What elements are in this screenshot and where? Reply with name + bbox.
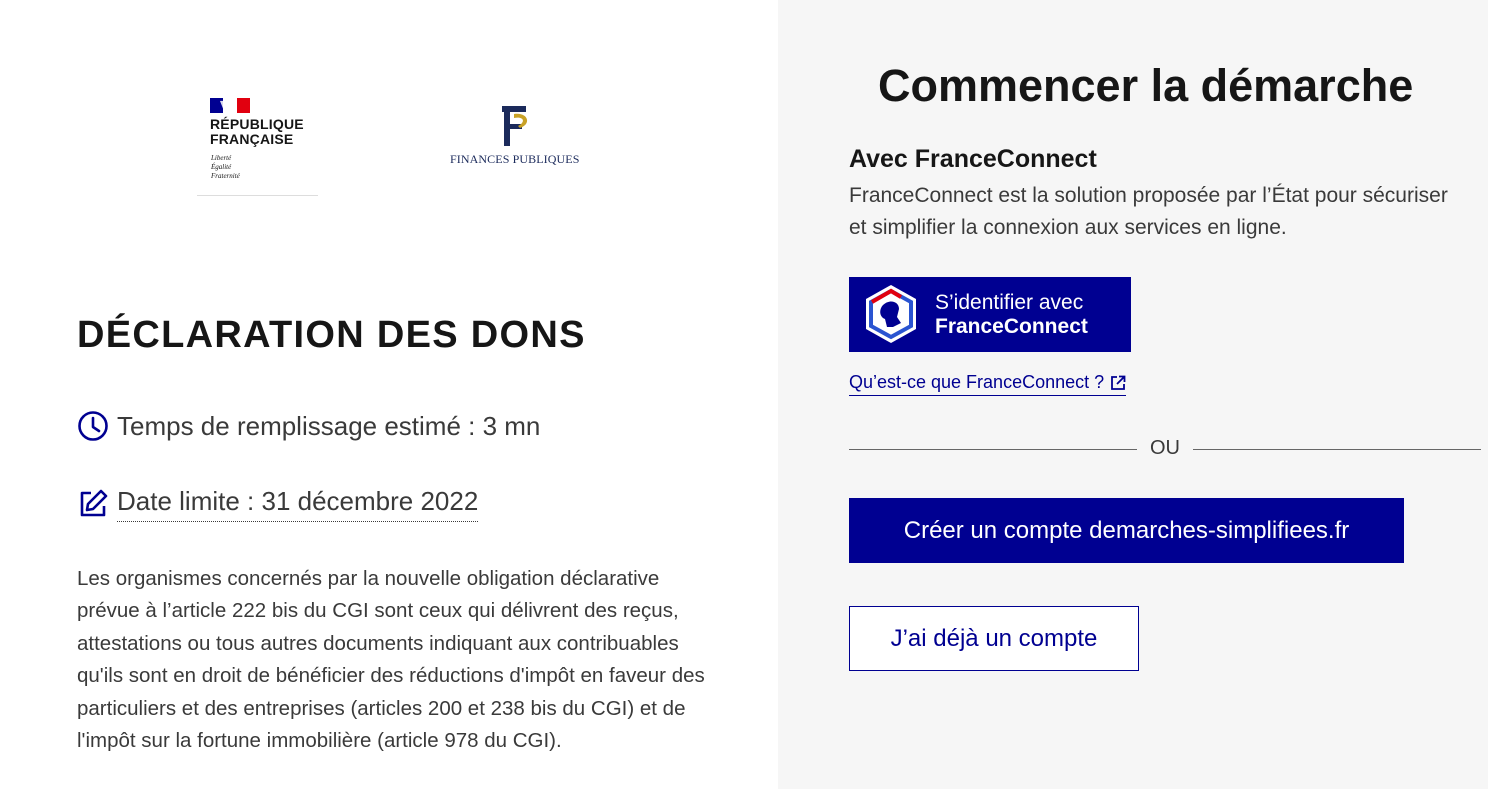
- separator-label: OU: [1150, 437, 1180, 459]
- finances-publiques-mark-icon: [502, 106, 528, 146]
- republique-motto: Liberté Égalité Fraternité: [211, 154, 240, 180]
- franceconnect-button-label: S’identifier avec FranceConnect: [935, 291, 1088, 339]
- franceconnect-button-line1: S’identifier avec: [935, 291, 1084, 314]
- description-text: Les organismes concernés par la nouvelle…: [77, 567, 705, 753]
- marianne-icon: [866, 285, 916, 343]
- what-is-franceconnect-link[interactable]: Qu’est-ce que FranceConnect ?: [849, 372, 1127, 396]
- duration-row: Temps de remplissage estimé : 3 mn: [77, 410, 540, 442]
- separator-line-left: [849, 449, 1137, 450]
- franceconnect-button[interactable]: S’identifier avec FranceConnect: [849, 277, 1131, 352]
- existing-account-button[interactable]: J’ai déjà un compte: [849, 606, 1139, 671]
- duration-text: Temps de remplissage estimé : 3 mn: [117, 410, 541, 441]
- external-link-icon: [1111, 375, 1126, 390]
- finances-publiques-logo: FINANCES PUBLIQUES: [448, 100, 588, 170]
- start-title: Commencer la démarche: [878, 60, 1414, 111]
- finances-publiques-label: FINANCES PUBLIQUES: [450, 152, 580, 166]
- deadline-row: Date limite : 31 décembre 2022: [77, 486, 479, 522]
- what-is-franceconnect-label: Qu’est-ce que FranceConnect ?: [849, 372, 1105, 392]
- edit-icon: [80, 489, 108, 517]
- republique-francaise-title: RÉPUBLIQUE FRANÇAISE: [210, 116, 304, 147]
- franceconnect-button-line2: FranceConnect: [935, 315, 1088, 338]
- franceconnect-description: FranceConnect est la solution proposée p…: [849, 184, 1448, 239]
- presentation-panel: RÉPUBLIQUE FRANÇAISE Liberté Égalité Fra…: [0, 0, 778, 789]
- franceconnect-heading: Avec FranceConnect: [849, 145, 1097, 173]
- republique-francaise-logo[interactable]: RÉPUBLIQUE FRANÇAISE Liberté Égalité Fra…: [197, 74, 318, 196]
- create-account-button[interactable]: Créer un compte demarches-simplifiees.fr: [849, 498, 1404, 563]
- page-title: DÉCLARATION DES DONS: [77, 314, 586, 356]
- deadline-text[interactable]: Date limite : 31 décembre 2022: [117, 486, 479, 522]
- separator-line-right: [1193, 449, 1481, 450]
- flag-icon: [210, 98, 250, 113]
- clock-icon: [78, 411, 108, 441]
